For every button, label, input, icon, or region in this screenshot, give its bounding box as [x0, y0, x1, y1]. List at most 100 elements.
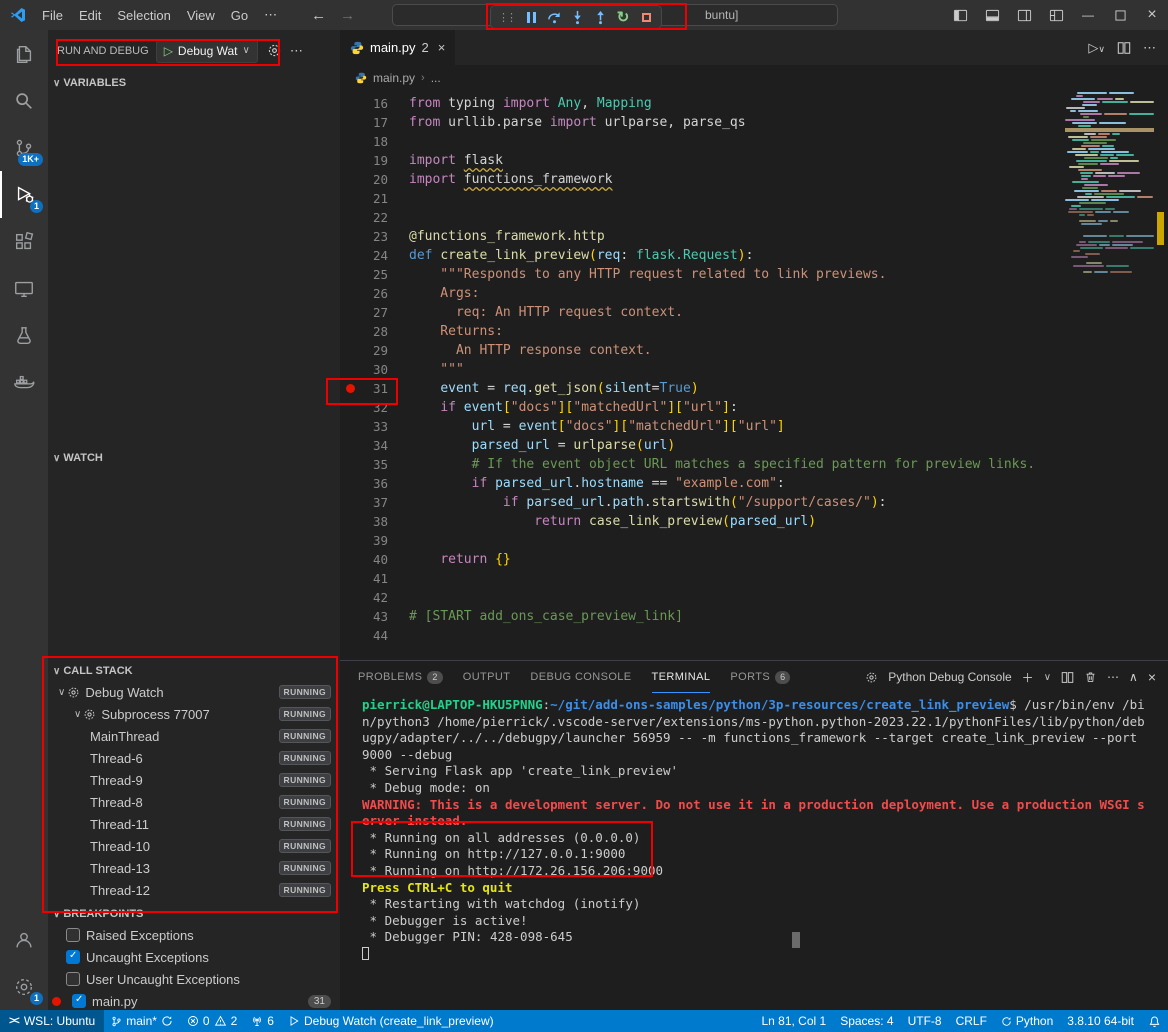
code-line[interactable]: 40 return {} [340, 550, 1065, 569]
panel-tab-debug-console[interactable]: DEBUG CONSOLE [530, 661, 631, 693]
interpreter-indicator[interactable]: 3.8.10 64-bit [1060, 1010, 1141, 1032]
code-line[interactable]: 31 event = req.get_json(silent=True) [340, 379, 1065, 398]
step-into-button[interactable] [569, 9, 585, 25]
panel-tab-terminal[interactable]: TERMINAL [652, 661, 711, 693]
code-line[interactable]: 20import functions_framework [340, 170, 1065, 189]
call-stack-row[interactable]: Thread-10RUNNING [48, 835, 340, 857]
breadcrumb-file[interactable]: main.py [373, 71, 415, 85]
menu-item-edit[interactable]: Edit [71, 0, 109, 30]
call-stack-row[interactable]: Thread-6RUNNING [48, 747, 340, 769]
code-line[interactable]: 42 [340, 588, 1065, 607]
call-stack-section-header[interactable]: ∨ CALL STACK [48, 661, 340, 681]
breakpoint-dot[interactable] [346, 384, 355, 393]
call-stack-row[interactable]: Thread-9RUNNING [48, 769, 340, 791]
breadcrumb[interactable]: main.py › ... [340, 65, 1168, 90]
code-line[interactable]: 16from typing import Any, Mapping [340, 94, 1065, 113]
nav-back-icon[interactable]: ← [311, 7, 326, 24]
restart-button[interactable]: ↻ [615, 9, 631, 25]
editor-more-icon[interactable]: ⋯ [1143, 40, 1156, 56]
code-line[interactable]: 35 # If the event object URL matches a s… [340, 455, 1065, 474]
menu-item-go[interactable]: Go [223, 0, 256, 30]
toggle-secondary-sidebar-icon[interactable] [1008, 0, 1040, 30]
breakpoint-checkbox[interactable] [66, 972, 80, 986]
breakpoint-checkbox[interactable] [66, 928, 80, 942]
minimize-icon[interactable]: — [1072, 0, 1104, 30]
settings-gear-icon[interactable]: 1 [0, 963, 48, 1010]
variables-section-header[interactable]: ∨ VARIABLES [48, 73, 340, 93]
code-line[interactable]: 38 return case_link_preview(parsed_url) [340, 512, 1065, 531]
panel-tab-ports[interactable]: PORTS6 [730, 661, 790, 693]
views-more-icon[interactable]: ⋯ [290, 43, 303, 59]
debug-config-dropdown[interactable]: ▷ Debug Wat ∨ [156, 39, 258, 63]
run-python-file-icon[interactable]: ▷∨ [1088, 40, 1105, 56]
sync-icon[interactable] [161, 1015, 173, 1027]
code-line[interactable]: 19import flask [340, 151, 1065, 170]
code-line[interactable]: 28 Returns: [340, 322, 1065, 341]
code-line[interactable]: 24def create_link_preview(req: flask.Req… [340, 246, 1065, 265]
pause-button[interactable] [523, 9, 539, 25]
problems-indicator[interactable]: 0 2 [180, 1010, 244, 1032]
terminal-output[interactable]: pierrick@LAPTOP-HKU5PNNG:~/git/add-ons-s… [362, 697, 1152, 1006]
panel-more-icon[interactable]: ⋯ [1107, 670, 1119, 684]
call-stack-row[interactable]: Thread-8RUNNING [48, 791, 340, 813]
testing-icon[interactable] [0, 312, 48, 359]
code-line[interactable]: 36 if parsed_url.hostname == "example.co… [340, 474, 1065, 493]
eol-indicator[interactable]: CRLF [949, 1010, 994, 1032]
call-stack-row[interactable]: MainThreadRUNNING [48, 725, 340, 747]
code-line[interactable]: 34 parsed_url = urlparse(url) [340, 436, 1065, 455]
code-line[interactable]: 18 [340, 132, 1065, 151]
step-over-button[interactable] [546, 9, 562, 25]
code-line[interactable]: 21 [340, 189, 1065, 208]
step-out-button[interactable] [592, 9, 608, 25]
code-line[interactable]: 25 """Responds to any HTTP request relat… [340, 265, 1065, 284]
call-stack-row[interactable]: Thread-13RUNNING [48, 857, 340, 879]
breakpoint-row[interactable]: Uncaught Exceptions [48, 946, 340, 968]
code-line[interactable]: 26 Args: [340, 284, 1065, 303]
code-line[interactable]: 32 if event["docs"]["matchedUrl"]["url"]… [340, 398, 1065, 417]
menu-overflow-icon[interactable]: ⋯ [256, 7, 285, 23]
split-editor-icon[interactable] [1117, 41, 1131, 55]
tab-main-py[interactable]: main.py 2 × [340, 30, 455, 65]
call-stack-row[interactable]: ∨ Debug WatchRUNNING [48, 681, 340, 703]
terminal-scrollbar[interactable] [792, 932, 800, 948]
toggle-sidebar-icon[interactable] [944, 0, 976, 30]
split-terminal-icon[interactable] [1061, 671, 1074, 684]
close-panel-icon[interactable]: × [1148, 669, 1156, 685]
code-line[interactable]: 39 [340, 531, 1065, 550]
menu-item-file[interactable]: File [34, 0, 71, 30]
breakpoint-checkbox[interactable] [66, 950, 80, 964]
debug-settings-gear-icon[interactable] [267, 43, 282, 58]
breakpoints-section-header[interactable]: ∨ BREAKPOINTS [48, 904, 340, 924]
explorer-icon[interactable] [0, 30, 48, 77]
run-and-debug-icon[interactable]: 1 [0, 171, 48, 218]
remote-explorer-icon[interactable] [0, 265, 48, 312]
call-stack-row[interactable]: Thread-11RUNNING [48, 813, 340, 835]
language-indicator[interactable]: Python [994, 1010, 1060, 1032]
indentation-indicator[interactable]: Spaces: 4 [833, 1010, 900, 1032]
breakpoint-gutter[interactable] [340, 384, 360, 393]
breakpoint-checkbox[interactable] [72, 994, 86, 1008]
minimap[interactable] [1065, 92, 1154, 660]
menu-item-view[interactable]: View [179, 0, 223, 30]
code-line[interactable]: 22 [340, 208, 1065, 227]
maximize-icon[interactable] [1104, 0, 1136, 30]
breakpoint-row[interactable]: Raised Exceptions [48, 924, 340, 946]
breakpoint-row[interactable]: User Uncaught Exceptions [48, 968, 340, 990]
kill-terminal-icon[interactable] [1084, 670, 1097, 684]
editor-scrollbar[interactable] [1154, 92, 1168, 660]
code-line[interactable]: 27 req: An HTTP request context. [340, 303, 1065, 322]
terminal-dropdown-icon[interactable]: ∨ [1044, 672, 1051, 683]
code-line[interactable]: 30 """ [340, 360, 1065, 379]
code-line[interactable]: 44 [340, 626, 1065, 645]
panel-tab-output[interactable]: OUTPUT [463, 661, 511, 693]
panel-tab-problems[interactable]: PROBLEMS2 [358, 661, 443, 693]
call-stack-row[interactable]: ∨ Subprocess 77007RUNNING [48, 703, 340, 725]
remote-indicator[interactable]: >< WSL: Ubuntu [0, 1010, 104, 1032]
toolbar-drag-handle-icon[interactable]: ⋮⋮ [498, 11, 514, 24]
code-line[interactable]: 23@functions_framework.http [340, 227, 1065, 246]
extensions-icon[interactable] [0, 218, 48, 265]
encoding-indicator[interactable]: UTF-8 [901, 1010, 949, 1032]
call-stack-row[interactable]: Thread-12RUNNING [48, 879, 340, 901]
source-control-icon[interactable]: 1K+ [0, 124, 48, 171]
account-icon[interactable] [0, 916, 48, 963]
